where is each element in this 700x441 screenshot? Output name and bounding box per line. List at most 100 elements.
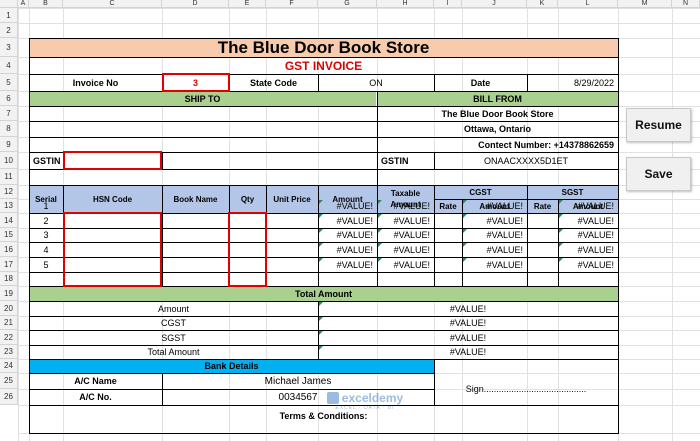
row-header[interactable]: 19 <box>0 286 18 301</box>
amount-cell[interactable]: #VALUE! <box>318 199 377 213</box>
column-header[interactable]: A <box>18 0 29 8</box>
serial-cell[interactable]: 4 <box>29 242 63 257</box>
column-header[interactable]: K <box>527 0 558 8</box>
row-header[interactable]: 24 <box>0 359 18 373</box>
col-unit-price: Unit Price <box>273 194 311 204</box>
cgst-amount-cell[interactable]: #VALUE! <box>462 242 527 257</box>
error-indicator-icon <box>319 258 323 262</box>
taxable-amount-cell[interactable]: #VALUE! <box>377 257 434 272</box>
column-header[interactable]: N <box>672 0 700 8</box>
cgst-amount-cell[interactable]: #VALUE! <box>462 213 527 228</box>
sgst-amount-cell[interactable]: #VALUE! <box>558 228 618 242</box>
amount-cell[interactable]: #VALUE! <box>318 228 377 242</box>
cgst-amount-cell[interactable]: #VALUE! <box>462 257 527 272</box>
amount-cell[interactable]: #VALUE! <box>318 257 377 272</box>
error-indicator-icon <box>319 200 323 204</box>
column-header[interactable]: H <box>377 0 434 8</box>
column-header[interactable]: G <box>318 0 377 8</box>
row-header[interactable]: 25 <box>0 373 18 389</box>
error-indicator-icon <box>378 243 382 247</box>
state-code-label: State Code <box>249 77 297 88</box>
taxable-amount-cell[interactable]: #VALUE! <box>377 213 434 228</box>
total-value[interactable]: #VALUE! <box>318 316 618 330</box>
column-header[interactable]: I <box>434 0 462 8</box>
serial-cell[interactable]: 1 <box>29 199 63 213</box>
column-header[interactable]: F <box>266 0 318 8</box>
border-line <box>29 301 619 302</box>
border-line <box>318 301 319 360</box>
sgst-amount-cell[interactable]: #VALUE! <box>558 213 618 228</box>
total-value[interactable]: #VALUE! <box>318 301 618 316</box>
row-header[interactable]: 16 <box>0 242 18 257</box>
bill-from-header: BILL FROM <box>377 91 618 106</box>
row-header[interactable]: 15 <box>0 228 18 242</box>
sgst-amount-cell[interactable]: #VALUE! <box>558 242 618 257</box>
column-header[interactable]: M <box>618 0 672 8</box>
error-indicator-icon <box>463 214 467 218</box>
sgst-amount-cell[interactable]: #VALUE! <box>558 199 618 213</box>
column-header[interactable]: J <box>462 0 527 8</box>
resume-button[interactable]: Resume <box>626 108 691 142</box>
column-header[interactable]: D <box>162 0 229 8</box>
row-header[interactable]: 14 <box>0 213 18 228</box>
bill-contact: Contect Number: +14378862659 <box>478 139 614 150</box>
border-line <box>29 330 619 331</box>
row-header[interactable]: 9 <box>0 137 18 152</box>
row-header[interactable]: 22 <box>0 330 18 345</box>
row-header[interactable]: 5 <box>0 74 18 91</box>
serial-cell[interactable]: 2 <box>29 213 63 228</box>
row-header[interactable]: 7 <box>0 106 18 121</box>
row-header[interactable]: 6 <box>0 91 18 106</box>
total-value[interactable]: #VALUE! <box>318 330 618 345</box>
row-header[interactable]: 21 <box>0 316 18 330</box>
row-header[interactable]: 4 <box>0 57 18 74</box>
amount-cell[interactable]: #VALUE! <box>318 242 377 257</box>
state-code-value[interactable]: ON <box>318 74 434 91</box>
border-line <box>29 106 619 107</box>
row-header[interactable]: 18 <box>0 272 18 286</box>
error-indicator-icon <box>463 229 467 233</box>
error-indicator-icon <box>463 200 467 204</box>
date-value[interactable]: 8/29/2022 <box>527 74 618 91</box>
amount-cell[interactable]: #VALUE! <box>318 213 377 228</box>
corner-cell[interactable] <box>0 0 18 8</box>
border-line <box>527 74 528 92</box>
sgst-amount-cell[interactable]: #VALUE! <box>558 257 618 272</box>
row-header[interactable]: 10 <box>0 152 18 169</box>
row-header[interactable]: 8 <box>0 121 18 137</box>
total-amount-header: Total Amount <box>29 286 618 301</box>
gstin-highlight <box>63 151 162 170</box>
taxable-amount-cell[interactable]: #VALUE! <box>377 228 434 242</box>
column-header[interactable]: E <box>229 0 266 8</box>
column-header[interactable]: B <box>29 0 63 8</box>
row-header[interactable]: 11 <box>0 169 18 185</box>
row-header[interactable]: 23 <box>0 345 18 359</box>
error-indicator-icon <box>559 200 563 204</box>
col-book-name: Book Name <box>173 194 218 204</box>
border-line <box>29 74 619 75</box>
row-header[interactable]: 13 <box>0 199 18 213</box>
border-line <box>29 316 619 317</box>
error-indicator-icon <box>319 346 323 350</box>
serial-cell[interactable]: 3 <box>29 228 63 242</box>
column-header[interactable]: L <box>558 0 618 8</box>
save-button[interactable]: Save <box>626 157 691 191</box>
total-value[interactable]: #VALUE! <box>318 345 618 359</box>
row-header[interactable]: 12 <box>0 185 18 199</box>
serial-cell[interactable]: 5 <box>29 257 63 272</box>
taxable-amount-cell[interactable]: #VALUE! <box>377 242 434 257</box>
cgst-amount-cell[interactable]: #VALUE! <box>462 228 527 242</box>
row-header[interactable]: 2 <box>0 23 18 38</box>
row-header[interactable]: 17 <box>0 257 18 272</box>
error-indicator-icon <box>559 243 563 247</box>
row-header[interactable]: 3 <box>0 38 18 57</box>
cgst-amount-cell[interactable]: #VALUE! <box>462 199 527 213</box>
column-header[interactable]: C <box>63 0 162 8</box>
taxable-amount-cell[interactable]: #VALUE! <box>377 199 434 213</box>
row-header[interactable]: 20 <box>0 301 18 316</box>
doc-title: GST INVOICE <box>284 58 363 73</box>
row-header[interactable]: 26 <box>0 389 18 405</box>
col-sgst: SGST <box>561 187 584 197</box>
error-indicator-icon <box>319 214 323 218</box>
row-header[interactable]: 1 <box>0 8 18 23</box>
